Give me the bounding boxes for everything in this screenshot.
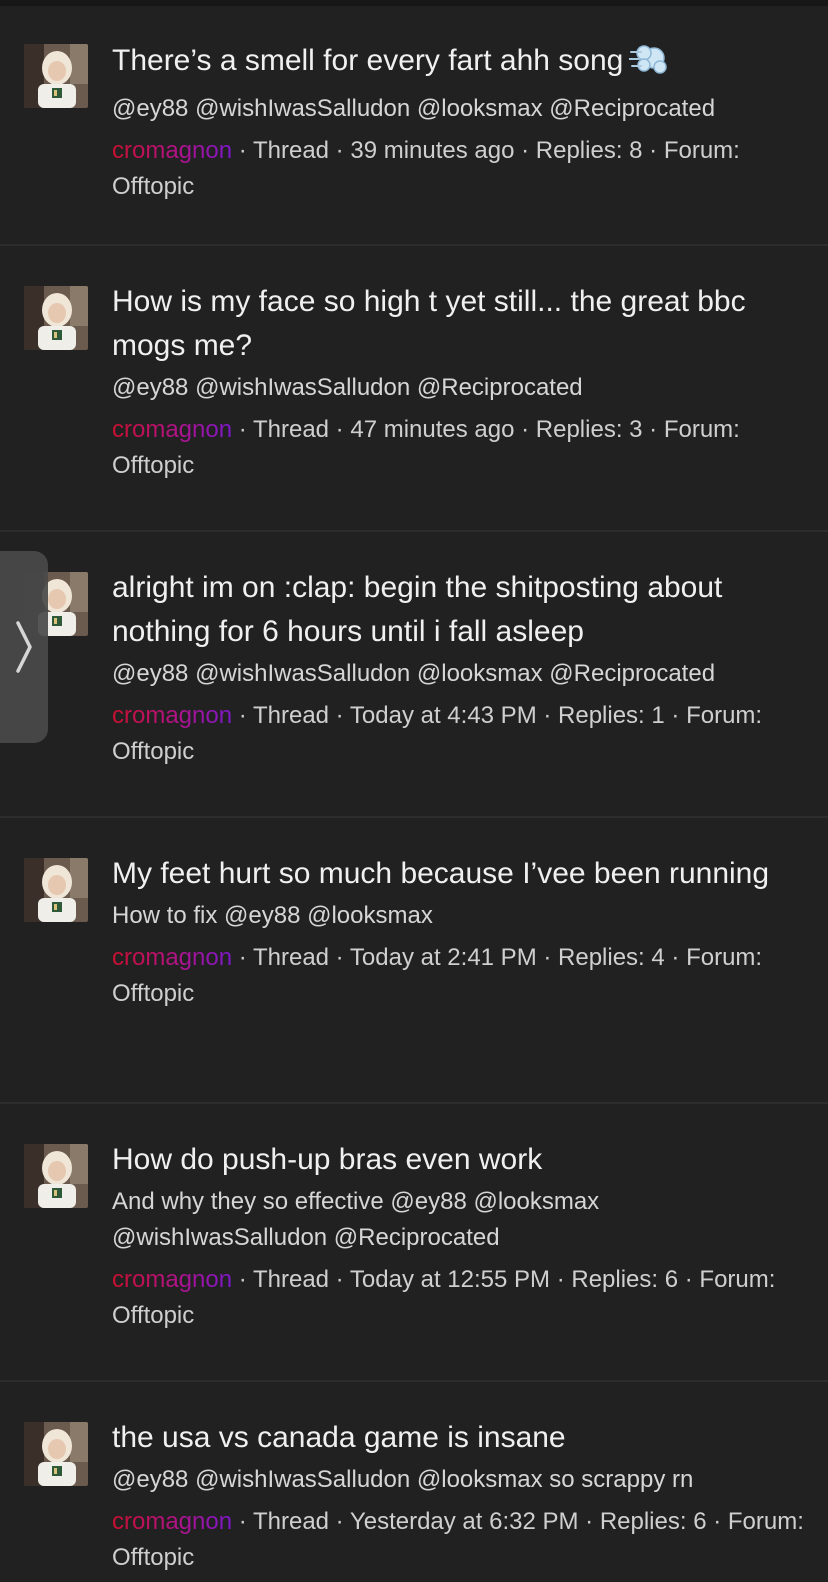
thread-title[interactable]: alright im on :clap: begin the shitposti… bbox=[112, 566, 808, 654]
thread-item[interactable]: There’s a smell for every fart ahh song … bbox=[0, 6, 828, 246]
avatar[interactable] bbox=[24, 44, 88, 108]
author-link[interactable]: cromagnon bbox=[112, 944, 232, 971]
thread-snippet: @ey88 @wishIwasSalludon @Reciprocated bbox=[112, 374, 583, 401]
avatar[interactable] bbox=[24, 858, 88, 922]
thread-item[interactable]: How do push-up bras even work And why th… bbox=[0, 1104, 828, 1382]
author-link[interactable]: cromagnon bbox=[112, 1508, 232, 1535]
avatar[interactable] bbox=[24, 1422, 88, 1486]
thread-title[interactable]: My feet hurt so much because I’vee been … bbox=[112, 852, 808, 896]
side-drawer-tab[interactable] bbox=[0, 551, 48, 743]
thread-list: There’s a smell for every fart ahh song … bbox=[0, 6, 828, 1582]
thread-meta: cromagnon · Thread · 39 minutes ago · Re… bbox=[112, 137, 740, 200]
thread-meta: cromagnon · Thread · Today at 12:55 PM ·… bbox=[112, 1266, 776, 1329]
thread-title[interactable]: the usa vs canada game is insane bbox=[112, 1416, 808, 1460]
thread-snippet: @ey88 @wishIwasSalludon @looksmax so scr… bbox=[112, 1466, 694, 1493]
thread-snippet: @ey88 @wishIwasSalludon @looksmax @Recip… bbox=[112, 660, 716, 687]
thread-meta: cromagnon · Thread · Today at 4:43 PM · … bbox=[112, 702, 763, 765]
author-link[interactable]: cromagnon bbox=[112, 702, 232, 729]
thread-item[interactable]: alright im on :clap: begin the shitposti… bbox=[0, 532, 828, 818]
avatar[interactable] bbox=[24, 1144, 88, 1208]
thread-meta: cromagnon · Thread · Today at 2:41 PM · … bbox=[112, 944, 763, 1007]
avatar[interactable] bbox=[24, 286, 88, 350]
thread-title[interactable]: How do push-up bras even work bbox=[112, 1138, 808, 1182]
thread-item[interactable]: My feet hurt so much because I’vee been … bbox=[0, 818, 828, 1104]
thread-item[interactable]: the usa vs canada game is insane @ey88 @… bbox=[0, 1382, 828, 1582]
thread-title[interactable]: There’s a smell for every fart ahh song bbox=[112, 39, 808, 89]
thread-snippet: And why they so effective @ey88 @looksma… bbox=[112, 1188, 600, 1251]
thread-title[interactable]: How is my face so high t yet still... th… bbox=[112, 280, 808, 368]
thread-snippet: How to fix @ey88 @looksmax bbox=[112, 902, 433, 929]
dash-icon bbox=[628, 42, 669, 89]
thread-meta: cromagnon · Thread · Yesterday at 6:32 P… bbox=[112, 1508, 804, 1571]
thread-snippet: @ey88 @wishIwasSalludon @looksmax @Recip… bbox=[112, 95, 716, 122]
author-link[interactable]: cromagnon bbox=[112, 416, 232, 443]
author-link[interactable]: cromagnon bbox=[112, 137, 232, 164]
author-link[interactable]: cromagnon bbox=[112, 1266, 232, 1293]
chevron-right-icon bbox=[16, 621, 32, 673]
thread-item[interactable]: How is my face so high t yet still... th… bbox=[0, 246, 828, 532]
thread-meta: cromagnon · Thread · 47 minutes ago · Re… bbox=[112, 416, 740, 479]
